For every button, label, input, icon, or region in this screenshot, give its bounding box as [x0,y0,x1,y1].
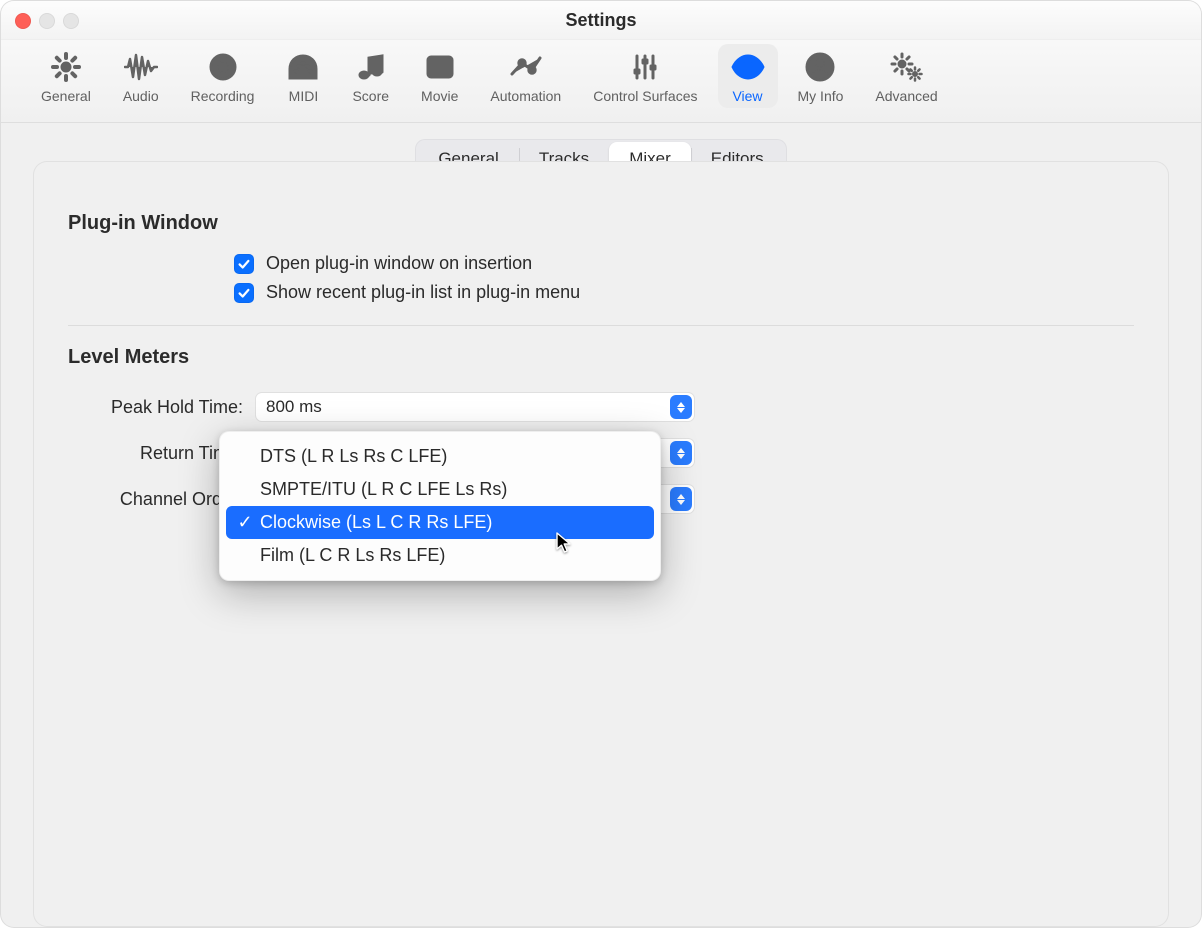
toolbar-item-label: My Info [798,88,844,104]
toolbar-item-label: Advanced [875,88,937,104]
score-icon [355,50,387,84]
select-stepper-icon [670,441,692,465]
audio-icon [124,50,158,84]
toolbar-item-label: Movie [421,88,458,104]
view-icon [730,50,766,84]
general-icon [50,50,82,84]
section-divider [68,325,1134,326]
field-label: Return Time: [68,443,243,464]
toolbar-item-general[interactable]: General [29,44,103,108]
level-meters-section-title: Level Meters [68,346,1134,369]
plugin-window-section-title: Plug-in Window [68,212,1134,235]
close-window-button[interactable] [15,13,31,29]
toolbar-item-automation[interactable]: Automation [478,44,573,108]
option-label: SMPTE/ITU (L R C LFE Ls Rs) [260,479,507,500]
movie-icon [424,50,456,84]
automation-icon [509,50,543,84]
option-label: DTS (L R Ls Rs C LFE) [260,446,447,467]
midi-icon [286,50,320,84]
checkmark-icon: ✓ [236,512,254,533]
window-controls [15,13,79,29]
field-select[interactable]: 800 ms [255,392,695,422]
titlebar: Settings [1,1,1201,40]
toolbar-item-control-surfaces[interactable]: Control Surfaces [581,44,709,108]
minimize-window-button[interactable] [39,13,55,29]
toolbar-item-recording[interactable]: Recording [179,44,267,108]
checkbox-label: Open plug-in window on insertion [266,253,532,274]
channel-order-option[interactable]: Film (L C R Ls Rs LFE) [226,539,654,572]
option-label: Film (L C R Ls Rs LFE) [260,545,445,566]
advanced-icon [889,50,925,84]
option-label: Clockwise (Ls L C R Rs LFE) [260,512,492,533]
recording-icon [207,50,239,84]
toolbar-item-label: MIDI [289,88,319,104]
control-surfaces-icon [629,50,661,84]
field-label: Peak Hold Time: [68,397,243,418]
checkbox[interactable] [234,254,254,274]
plugin-window-checkboxes: Open plug-in window on insertion Show rec… [68,253,1134,303]
toolbar-item-audio[interactable]: Audio [111,44,171,108]
channel-order-option[interactable]: SMPTE/ITU (L R C LFE Ls Rs) [226,473,654,506]
toolbar-item-advanced[interactable]: Advanced [863,44,949,108]
toolbar-item-movie[interactable]: Movie [409,44,470,108]
settings-toolbar: General Audio Recording MIDI Score Movie Autom… [1,40,1201,123]
channel-order-option[interactable]: DTS (L R Ls Rs C LFE) [226,440,654,473]
level-meters-row: Peak Hold Time: 800 ms [68,387,1134,427]
toolbar-item-label: Control Surfaces [593,88,697,104]
field-label: Channel Order: [68,489,243,510]
my-info-icon [804,50,836,84]
select-stepper-icon [670,487,692,511]
toolbar-item-view[interactable]: View [718,44,778,108]
toolbar-item-midi[interactable]: MIDI [274,44,332,108]
select-stepper-icon [670,395,692,419]
toolbar-item-label: View [732,88,762,104]
plugin-window-checkbox-row: Open plug-in window on insertion [234,253,1134,274]
channel-order-dropdown-menu[interactable]: DTS (L R Ls Rs C LFE) SMPTE/ITU (L R C LF… [219,431,661,581]
toolbar-item-score[interactable]: Score [340,44,401,108]
toolbar-item-label: Automation [490,88,561,104]
mouse-cursor-icon [555,531,575,555]
toolbar-item-label: General [41,88,91,104]
toolbar-item-label: Audio [123,88,159,104]
field-value: 800 ms [266,397,322,417]
checkbox-label: Show recent plug-in list in plug-in menu [266,282,580,303]
plugin-window-checkbox-row: Show recent plug-in list in plug-in menu [234,282,1134,303]
settings-window: Settings General Audio Recording MIDI Score M… [0,0,1202,928]
toolbar-item-label: Score [352,88,389,104]
zoom-window-button[interactable] [63,13,79,29]
checkbox[interactable] [234,283,254,303]
toolbar-item-label: Recording [191,88,255,104]
toolbar-item-my-info[interactable]: My Info [786,44,856,108]
channel-order-option[interactable]: ✓ Clockwise (Ls L C R Rs LFE) [226,506,654,539]
window-title: Settings [565,10,636,31]
